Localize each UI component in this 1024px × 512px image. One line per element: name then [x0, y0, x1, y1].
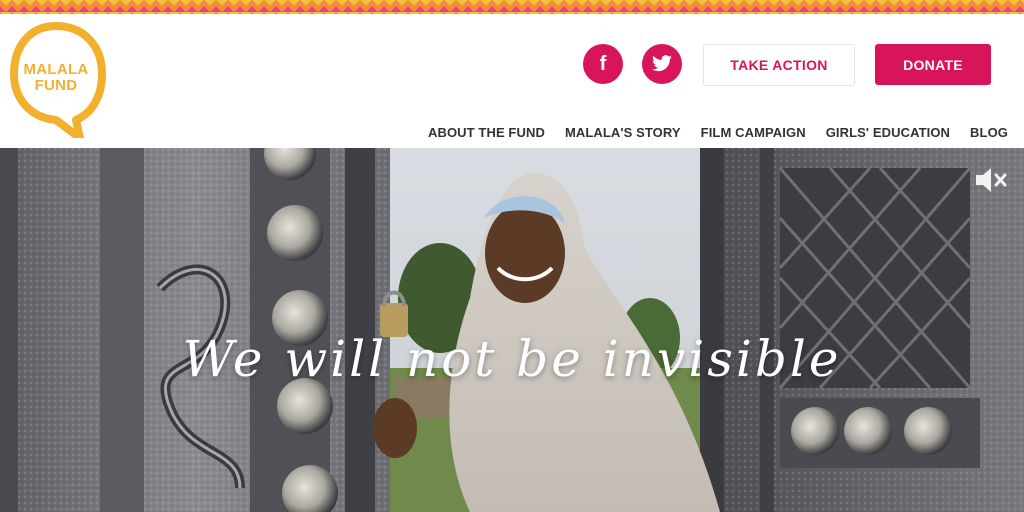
site-header: MALALA FUND f TAKE ACTION DONATE ABOUT T… — [0, 14, 1024, 148]
speaker-muted-icon — [976, 168, 1007, 192]
twitter-icon — [652, 55, 672, 72]
take-action-button[interactable]: TAKE ACTION — [703, 44, 855, 86]
nav-item-malalas-story[interactable]: MALALA'S STORY — [565, 125, 681, 140]
hero-tagline: We will not be invisible — [182, 330, 842, 388]
facebook-icon: f — [599, 52, 607, 75]
nav-item-blog[interactable]: BLOG — [970, 125, 1008, 140]
nav-item-girls-education[interactable]: GIRLS' EDUCATION — [826, 125, 950, 140]
malala-fund-logo[interactable]: MALALA FUND — [10, 22, 106, 138]
donate-button[interactable]: DONATE — [875, 44, 991, 85]
mute-button[interactable] — [974, 166, 1010, 196]
main-navigation: ABOUT THE FUND MALALA'S STORY FILM CAMPA… — [428, 125, 1008, 140]
nav-item-film-campaign[interactable]: FILM CAMPAIGN — [701, 125, 806, 140]
logo-line-2: FUND — [34, 77, 78, 94]
logo-text: MALALA FUND — [10, 62, 102, 94]
decorative-zigzag-border — [0, 0, 1024, 14]
facebook-button[interactable]: f — [583, 44, 623, 84]
hero-video[interactable]: We will not be invisible — [0, 148, 1024, 512]
logo-line-1: MALALA — [23, 61, 89, 78]
nav-item-about-the-fund[interactable]: ABOUT THE FUND — [428, 125, 545, 140]
twitter-button[interactable] — [642, 44, 682, 84]
